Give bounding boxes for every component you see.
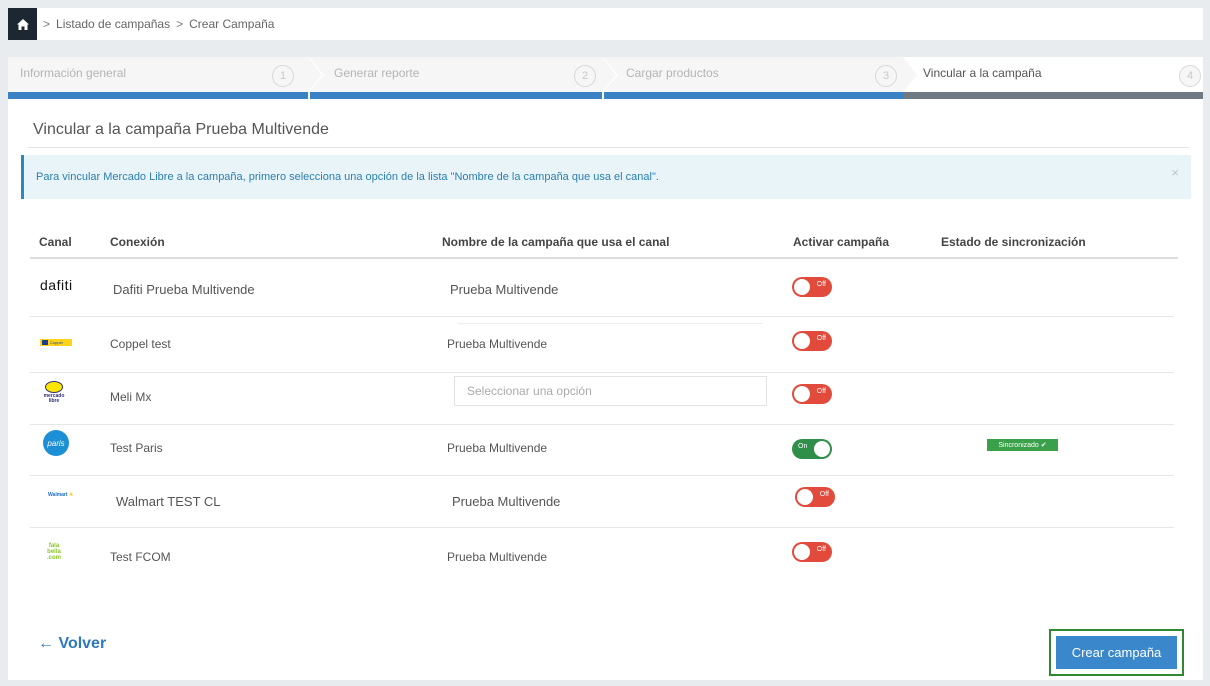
breadcrumb-item-create-campaign: Crear Campaña: [189, 17, 275, 31]
header-conexion: Conexión: [110, 235, 165, 249]
table-row: paris Test Paris Prueba Multivende On Si…: [30, 425, 1174, 476]
back-label: Volver: [58, 635, 107, 652]
breadcrumb-separator: >: [176, 17, 184, 31]
breadcrumb: > Listado de campañas > Crear Campaña: [8, 8, 1203, 40]
connection-name: Meli Mx: [110, 390, 152, 404]
step-load-products[interactable]: Cargar productos 3: [602, 57, 919, 99]
toggle-knob: [794, 386, 810, 402]
paris-logo-text: paris: [47, 438, 65, 448]
toggle-label: Off: [816, 281, 826, 288]
toggle-knob: [794, 333, 810, 349]
activate-toggle[interactable]: Off: [792, 384, 832, 404]
toggle-label: Off: [816, 335, 826, 342]
paris-logo: paris: [43, 430, 69, 456]
connection-name: Coppel test: [110, 337, 171, 351]
mercado-libre-logo: mercado libre: [40, 381, 68, 415]
step-link-campaign[interactable]: Vincular a la campaña 4: [903, 57, 1203, 99]
main-card: Vincular a la campaña Prueba Multivende …: [8, 99, 1203, 680]
step-label: Cargar productos: [626, 66, 719, 80]
header-sync-status: Estado de sincronización: [941, 235, 1086, 249]
toggle-label: Off: [816, 388, 826, 395]
falabella-logo-text: fala bella .com: [46, 543, 61, 561]
activate-toggle[interactable]: On: [792, 439, 832, 459]
campaign-name: Prueba Multivende: [450, 282, 559, 297]
stepper: Información general 1 Generar reporte 2 …: [8, 57, 1203, 99]
table-row: mercado libre Meli Mx Seleccionar una op…: [30, 373, 1174, 425]
step-general-info[interactable]: Información general 1: [8, 57, 324, 99]
toggle-label: Off: [819, 491, 829, 498]
falabella-logo: fala bella .com: [42, 543, 66, 561]
campaign-name: Prueba Multivende: [452, 494, 561, 509]
step-number: 2: [574, 65, 596, 87]
create-campaign-button[interactable]: Crear campaña: [1056, 636, 1177, 669]
step-progress-bar: [8, 92, 308, 99]
breadcrumb-separator: >: [43, 17, 51, 31]
step-generate-report[interactable]: Generar reporte 2: [308, 57, 618, 99]
status-badge-text: Sincronizado ✔: [998, 442, 1047, 449]
step-label: Generar reporte: [334, 66, 420, 80]
campaign-name: Prueba Multivende: [447, 550, 548, 564]
activate-toggle[interactable]: Off: [792, 277, 832, 297]
mercado-libre-logo-text: mercado libre: [43, 393, 65, 404]
activate-toggle[interactable]: Off: [795, 487, 835, 507]
home-button[interactable]: [8, 8, 37, 40]
toggle-label: Off: [816, 546, 826, 553]
coppel-logo-text: Coppel: [50, 340, 63, 345]
connection-name: Test Paris: [110, 441, 163, 455]
select-placeholder: Seleccionar una opción: [467, 384, 592, 398]
alert-text: Para vincular Mercado Libre a la campaña…: [36, 171, 659, 183]
step-number: 4: [1179, 65, 1201, 87]
home-icon: [16, 18, 29, 30]
coppel-logo: Coppel: [40, 339, 72, 346]
status-badge: Sincronizado ✔: [987, 439, 1058, 451]
page-title: Vincular a la campaña Prueba Multivende: [33, 121, 329, 138]
arrow-left-icon: ←: [38, 635, 54, 652]
table-row: dafiti Dafiti Prueba Multivende Prueba M…: [30, 259, 1174, 317]
info-alert: Para vincular Mercado Libre a la campaña…: [21, 155, 1191, 199]
create-campaign-highlight: Crear campaña: [1049, 629, 1184, 676]
step-progress-bar: [903, 92, 1203, 99]
campaign-name: Prueba Multivende: [447, 441, 548, 455]
toggle-label: On: [798, 443, 808, 450]
step-number: 3: [875, 65, 897, 87]
toggle-knob: [814, 441, 830, 457]
step-label: Vincular a la campaña: [923, 66, 1042, 80]
divider: [28, 147, 1189, 148]
campaign-name: Prueba Multivende: [447, 337, 548, 351]
toggle-knob: [794, 544, 810, 560]
table-row: Coppel Coppel test Prueba Multivende Off: [30, 317, 1174, 373]
walmart-logo-text: Walmart: [48, 492, 68, 498]
toggle-knob: [794, 279, 810, 295]
step-number: 1: [272, 65, 294, 87]
connection-name: Walmart TEST CL: [116, 494, 221, 509]
toggle-knob: [797, 489, 813, 505]
walmart-logo: Walmart ✳: [48, 492, 74, 498]
header-activate: Activar campaña: [793, 235, 890, 249]
connection-name: Dafiti Prueba Multivende: [113, 282, 255, 297]
create-campaign-label: Crear campaña: [1071, 645, 1162, 660]
activate-toggle[interactable]: Off: [792, 542, 832, 562]
step-label: Información general: [20, 66, 127, 80]
table-row: fala bella .com Test FCOM Prueba Multive…: [30, 528, 1174, 586]
step-progress-bar: [310, 92, 602, 99]
header-campaign-name: Nombre de la campaña que usa el canal: [442, 235, 670, 249]
campaign-select[interactable]: Seleccionar una opción: [454, 376, 767, 406]
activate-toggle[interactable]: Off: [792, 331, 832, 351]
close-icon[interactable]: ×: [1171, 165, 1179, 180]
header-canal: Canal: [39, 235, 72, 249]
step-progress-bar: [604, 92, 903, 99]
table-row: Walmart ✳ Walmart TEST CL Prueba Multive…: [30, 476, 1174, 528]
breadcrumb-item-campaign-list[interactable]: Listado de campañas: [56, 17, 170, 31]
back-button[interactable]: ← Volver: [38, 635, 106, 653]
dafiti-logo: dafiti: [40, 277, 73, 293]
table-header: Canal Conexión Nombre de la campaña que …: [30, 227, 1178, 259]
connection-name: Test FCOM: [110, 550, 171, 564]
